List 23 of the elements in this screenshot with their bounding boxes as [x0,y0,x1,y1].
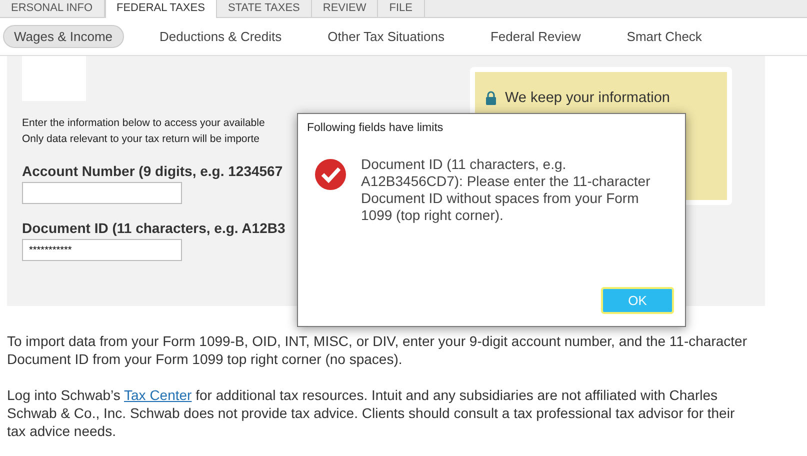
import-note: To import data from your Form 1099-B, OID, INT, MISC, or DIV, enter your 9-digit account number, and the 11-character Document ID from your Form 1099 top right corner (no spaces). [7,332,747,368]
sub-tab[interactable]: Wages & Income [3,25,124,48]
security-text: We keep your information [505,90,670,106]
field-label: Document ID (11 characters, e.g. A12B3 [22,220,286,236]
section-tab[interactable]: FEDERAL TAXES [104,0,217,18]
sub-tab[interactable]: Federal Review [480,26,591,47]
input-field[interactable]: *********** [22,239,182,261]
sub-tab[interactable]: Smart Check [616,26,712,47]
section-tab[interactable]: REVIEW [312,0,378,18]
logo-placeholder [22,56,86,101]
sub-tab[interactable]: Deductions & Credits [150,26,292,47]
disclaimer-text: Log into Schwab’s Tax Center for additional tax resources. Intuit and any subsidiaries are not affiliated with Charles Schwab & Co., Inc. Schwab does not provide tax advice. Clients should consult a tax professional tax advisor for their tax advice needs. [7,386,736,440]
sub-tab[interactable]: Other Tax Situations [318,26,454,47]
check-icon [315,159,346,190]
dialog-message: Document ID (11 characters, e.g. A12B3456CD7): Please enter the 11-character Document ID without spaces from your Form 1099 (top right corner). [361,156,652,224]
dialog-title: Following fields have limits [306,121,444,134]
section-tab[interactable]: STATE TAXES [216,0,312,18]
input-field[interactable] [22,182,182,204]
section-tab[interactable]: FILE [378,0,425,18]
instruction-text: Only data relevant to your tax return will be importe [22,132,261,147]
field-label: Account Number (9 digits, e.g. 1234567 [22,163,284,179]
lock-icon [485,91,497,105]
tax-center-link[interactable]: Tax Center [124,387,192,403]
